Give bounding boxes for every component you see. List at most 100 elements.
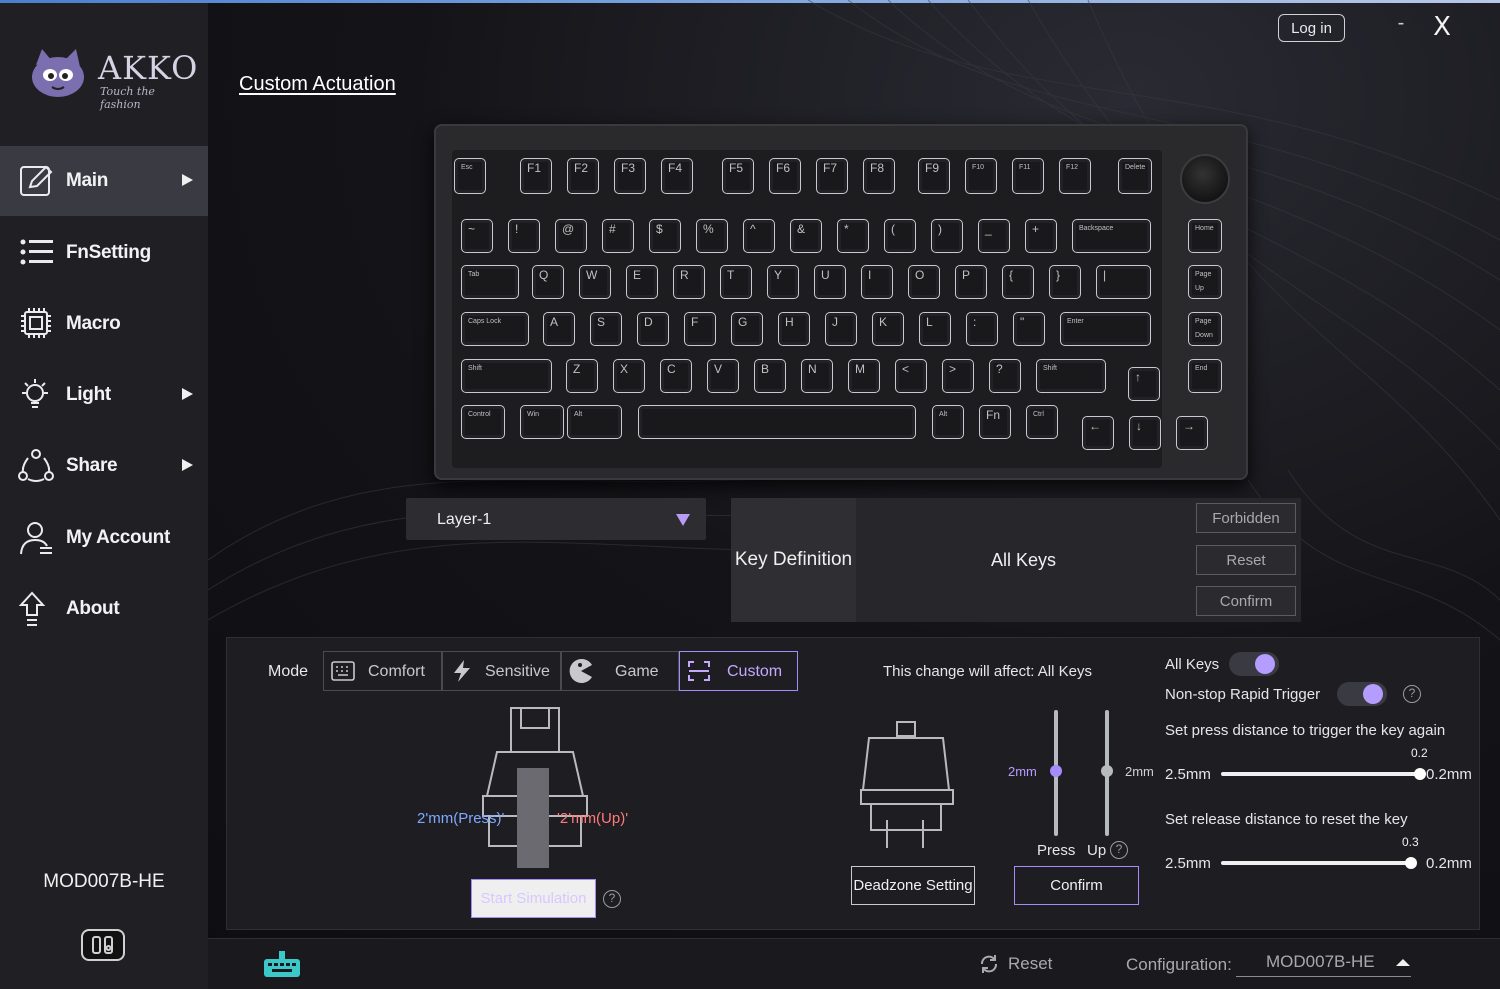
reset-button[interactable]: Reset [1196,545,1296,575]
keyboard-key[interactable]: + [1025,219,1057,253]
keyboard-key[interactable]: > [942,359,974,393]
keyboard-key[interactable]: End [1188,359,1222,393]
keyboard-key[interactable]: F7 [816,158,848,194]
keyboard-key[interactable]: ! [508,219,540,253]
press-again-thumb[interactable] [1414,768,1426,780]
press-deadzone-thumb[interactable] [1050,765,1062,777]
status-reset-button[interactable]: Reset [1008,954,1052,974]
keyboard-key[interactable]: ) [931,219,963,253]
keyboard-key[interactable]: ? [989,359,1021,393]
keyboard-key[interactable]: F9 [918,158,950,194]
keyboard-key[interactable]: Esc [454,158,486,194]
keyboard-key[interactable]: Alt [567,405,622,439]
keyboard-key[interactable]: U [814,265,846,299]
all-keys-toggle[interactable] [1229,652,1279,676]
deadzone-confirm-button[interactable]: Confirm [1014,866,1139,905]
mode-game[interactable]: Game [561,651,679,691]
keyboard-key[interactable]: Enter [1060,312,1151,346]
keyboard-key[interactable]: O [908,265,940,299]
forbidden-button[interactable]: Forbidden [1196,503,1296,533]
keyboard-key[interactable]: X [613,359,645,393]
keyboard-key[interactable]: Home [1188,219,1222,253]
keyboard-key[interactable]: F8 [863,158,895,194]
keyboard-key[interactable]: ^ [743,219,775,253]
keyboard-key[interactable]: Shift [461,359,552,393]
keyboard-key[interactable]: ↑ [1128,367,1160,401]
press-again-slider[interactable] [1221,772,1421,776]
keyboard-key[interactable]: K [872,312,904,346]
sidebar-item-fnsetting[interactable]: FnSetting [0,218,208,288]
keyboard-key[interactable]: Ctrl [1026,405,1058,439]
keyboard-key[interactable]: ( [884,219,916,253]
mode-sensitive[interactable]: Sensitive [442,651,561,691]
keyboard-key[interactable]: F2 [567,158,599,194]
keyboard-key[interactable]: E [626,265,658,299]
sidebar-item-my-account[interactable]: My Account [0,503,208,573]
page-title[interactable]: Custom Actuation [239,73,396,96]
keyboard-key[interactable]: L [919,312,951,346]
keyboard-key[interactable]: Delete [1118,158,1152,194]
keyboard-key[interactable]: R [673,265,705,299]
sidebar-item-main[interactable]: Main [0,146,208,216]
start-simulation-button[interactable]: Start Simulation [471,879,596,918]
keyboard-key[interactable]: F11 [1012,158,1044,194]
keyboard-key[interactable]: Alt [932,405,964,439]
keyboard-key[interactable]: G [731,312,763,346]
keyboard-key[interactable]: F [684,312,716,346]
device-switch-icon[interactable] [81,929,125,961]
keyboard-key[interactable]: @ [555,219,587,253]
deadzone-setting-button[interactable]: Deadzone Setting [851,866,975,905]
configuration-select[interactable]: MOD007B-HE [1236,951,1411,977]
keyboard-key[interactable]: $ [649,219,681,253]
keyboard-key[interactable]: Y [767,265,799,299]
sidebar-item-macro[interactable]: Macro [0,289,208,359]
keyboard-key[interactable]: < [895,359,927,393]
keyboard-key[interactable]: W [579,265,611,299]
release-slider[interactable] [1221,861,1411,865]
keyboard-key[interactable]: * [837,219,869,253]
keyboard-key[interactable]: M [848,359,880,393]
refresh-icon[interactable] [978,953,1000,975]
keyboard-key[interactable]: P [955,265,987,299]
keyboard-key[interactable]: F10 [965,158,997,194]
keyboard-key[interactable]: ~ [461,219,493,253]
keyboard-key[interactable]: Tab [461,265,519,299]
keyboard-key[interactable]: F6 [769,158,801,194]
keyboard-key[interactable]: F4 [661,158,693,194]
login-button[interactable]: Log in [1278,14,1345,42]
caret-up-icon[interactable] [1396,959,1410,966]
keyboard-key[interactable]: Backspace [1072,219,1151,253]
nonstop-rapid-trigger-toggle[interactable] [1337,682,1387,706]
keyboard-key[interactable]: " [1013,312,1045,346]
keyboard-key[interactable]: Z [566,359,598,393]
keyboard-key[interactable]: F1 [520,158,552,194]
keyboard-key[interactable] [638,405,916,439]
layer-select[interactable]: Layer-1 [406,498,706,540]
keyboard-key[interactable]: ↓ [1129,416,1161,450]
keyboard-key[interactable]: B [754,359,786,393]
keyboard-key[interactable]: A [543,312,575,346]
keyboard-key[interactable]: V [707,359,739,393]
keyboard-key[interactable]: → [1176,416,1208,450]
keyboard-key[interactable]: ← [1082,416,1114,450]
mode-comfort[interactable]: Comfort [323,651,442,691]
keyboard-key[interactable]: I [861,265,893,299]
keyboard-key[interactable]: C [660,359,692,393]
close-button[interactable]: X [1428,12,1456,42]
sidebar-item-about[interactable]: About [0,574,208,644]
help-icon[interactable]: ? [1403,685,1421,703]
release-thumb[interactable] [1405,857,1417,869]
keyboard-key[interactable]: T [720,265,752,299]
keyboard-key[interactable]: Caps Lock [461,312,529,346]
keyboard-key[interactable]: Control [461,405,505,439]
keyboard-key[interactable]: Page Down [1188,312,1222,346]
confirm-button[interactable]: Confirm [1196,586,1296,616]
keyboard-key[interactable]: { [1002,265,1034,299]
help-icon[interactable]: ? [603,890,621,908]
keyboard-key[interactable]: S [590,312,622,346]
minimize-button[interactable]: - [1390,12,1412,40]
keyboard-key[interactable]: Fn [979,405,1011,439]
keyboard-key[interactable]: F3 [614,158,646,194]
mode-custom[interactable]: Custom [679,651,798,691]
keyboard-key[interactable]: : [966,312,998,346]
